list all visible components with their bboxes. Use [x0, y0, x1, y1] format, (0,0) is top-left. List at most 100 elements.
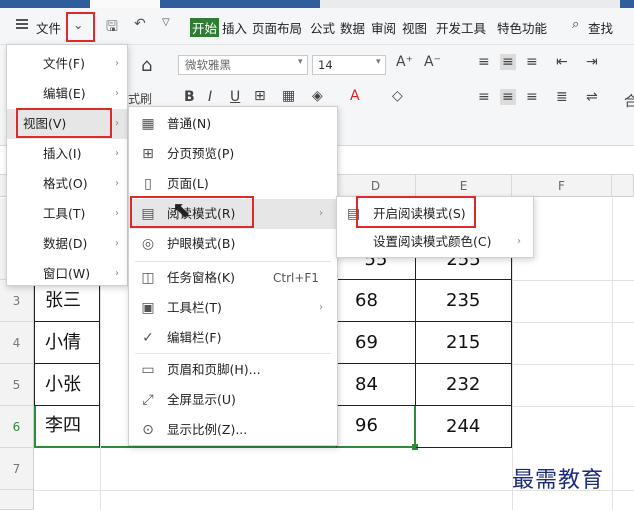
- menu-item-toolbar[interactable]: ▣ 工具栏(T) ›: [129, 293, 339, 323]
- tab-strip[interactable]: [320, 0, 620, 8]
- cell-name[interactable]: 小倩: [34, 322, 100, 364]
- chevron-right-icon: ›: [115, 178, 119, 189]
- font-color-icon[interactable]: A: [350, 88, 360, 104]
- font-size-dropdown-icon[interactable]: ▾: [376, 57, 381, 67]
- title-bar: [0, 0, 634, 8]
- undo-icon[interactable]: ↶: [134, 16, 146, 32]
- tab-formulas[interactable]: 公式: [310, 18, 335, 37]
- menu-item-eye-protection[interactable]: ◎ 护眼模式(B): [129, 229, 339, 259]
- font-name-dropdown-icon[interactable]: ▾: [298, 57, 303, 67]
- align-top-icon[interactable]: ≡: [478, 54, 490, 70]
- fill-color-icon[interactable]: ◈: [312, 88, 323, 104]
- hamburger-icon[interactable]: [16, 19, 28, 29]
- search-icon[interactable]: ⌕: [572, 17, 579, 32]
- gridline: [512, 406, 634, 407]
- menu-item-formula-bar[interactable]: ✓ 编辑栏(F): [129, 323, 339, 353]
- cell-e[interactable]: 232: [416, 364, 512, 406]
- table-style-icon[interactable]: ▦: [282, 88, 295, 104]
- selection-border: [100, 446, 336, 448]
- cell-d[interactable]: 69: [336, 322, 416, 364]
- menu-item-header-footer[interactable]: ▭ 页眉和页脚(H)...: [129, 355, 339, 385]
- tab-developer[interactable]: 开发工具: [436, 18, 486, 37]
- menu-item-edit[interactable]: 编辑(E) ›: [7, 79, 127, 109]
- menu-item-page-layout[interactable]: ▯ 页面(L): [129, 169, 339, 199]
- chevron-down-icon[interactable]: ⌄: [73, 17, 83, 32]
- tab-special-features[interactable]: 特色功能: [497, 18, 547, 37]
- tab-insert[interactable]: 插入: [222, 18, 247, 37]
- menu-item-full-screen[interactable]: ⤢ 全屏显示(U): [129, 385, 339, 415]
- cell-e[interactable]: 244: [416, 406, 512, 448]
- view-submenu: ▦ 普通(N) ⊞ 分页预览(P) ▯ 页面(L) ▤ 阅读模式(R) › ◎ 护眼模式(B…: [128, 106, 339, 446]
- column-header-f[interactable]: F: [512, 175, 612, 197]
- row-header[interactable]: [0, 490, 34, 510]
- column-header-g[interactable]: [612, 175, 634, 197]
- eye-icon: ◎: [141, 236, 155, 252]
- cell-e[interactable]: 235: [416, 280, 512, 322]
- font-name-select[interactable]: 微软雅黑: [178, 55, 308, 75]
- menu-separator: [135, 261, 331, 262]
- italic-icon[interactable]: I: [208, 89, 212, 105]
- menu-item-window[interactable]: 窗口(W) ›: [7, 259, 127, 289]
- underline-icon[interactable]: U: [230, 89, 240, 105]
- row-header[interactable]: 7: [0, 448, 34, 490]
- quick-access-dropdown-icon[interactable]: ▽: [162, 17, 170, 28]
- column-header-d[interactable]: D: [336, 175, 416, 197]
- row-header[interactable]: 5: [0, 364, 34, 406]
- gridline: [612, 198, 613, 510]
- menu-item-reading-mode-color[interactable]: 设置阅读模式颜色(C) ›: [337, 227, 533, 257]
- task-pane-icon: ◫: [141, 270, 155, 286]
- align-bottom-icon[interactable]: ≡: [526, 54, 538, 70]
- align-left-icon[interactable]: ≡: [478, 89, 490, 105]
- column-header-e[interactable]: E: [416, 175, 512, 197]
- cell-e[interactable]: 215: [416, 322, 512, 364]
- indent-decrease-icon[interactable]: ⇤: [556, 54, 568, 70]
- align-center-icon[interactable]: ≡: [500, 89, 516, 105]
- merge-cells-icon[interactable]: 合: [624, 91, 634, 111]
- paste-icon[interactable]: ⌂: [141, 55, 152, 76]
- format-painter-label[interactable]: 式刷: [128, 90, 152, 107]
- menu-item-file[interactable]: 文件(F) ›: [7, 49, 127, 79]
- menu-item-task-pane[interactable]: ◫ 任务窗格(K) Ctrl+F1: [129, 263, 339, 293]
- file-dropdown-menu: 文件(F) › 编辑(E) › 视图(V) › 插入(I) › 格式(O) › 工具(T)…: [6, 44, 128, 286]
- row-header[interactable]: 6: [0, 406, 34, 448]
- chevron-right-icon: ›: [115, 208, 119, 219]
- file-menu-button[interactable]: 文件: [36, 18, 61, 37]
- highlight-enable-reading-mode: [356, 196, 476, 228]
- decrease-font-icon[interactable]: A⁻: [424, 54, 441, 70]
- row-header[interactable]: 4: [0, 322, 34, 364]
- cell-d[interactable]: 68: [336, 280, 416, 322]
- tab-view[interactable]: 视图: [402, 18, 427, 37]
- tab-page-layout[interactable]: 页面布局: [252, 18, 302, 37]
- menu-item-tools[interactable]: 工具(T) ›: [7, 199, 127, 229]
- menu-item-insert[interactable]: 插入(I) ›: [7, 139, 127, 169]
- chevron-right-icon: ›: [115, 268, 119, 279]
- tab-review[interactable]: 审阅: [371, 18, 396, 37]
- indent-increase-icon[interactable]: ⇥: [586, 54, 598, 70]
- border-icon[interactable]: ⊞: [254, 88, 266, 104]
- menu-item-data[interactable]: 数据(D) ›: [7, 229, 127, 259]
- chevron-right-icon: ›: [517, 236, 521, 247]
- cell-d[interactable]: 84: [336, 364, 416, 406]
- menu-item-page-break-preview[interactable]: ⊞ 分页预览(P): [129, 139, 339, 169]
- cell-name-selected[interactable]: 李四: [34, 406, 100, 448]
- font-size-select[interactable]: 14: [312, 55, 386, 75]
- chevron-right-icon: ›: [319, 208, 323, 219]
- save-icon[interactable]: 🖫: [106, 16, 118, 40]
- align-middle-icon[interactable]: ≡: [500, 54, 516, 70]
- increase-font-icon[interactable]: A⁺: [396, 54, 413, 70]
- cell-name[interactable]: 小张: [34, 364, 100, 406]
- menu-item-zoom[interactable]: ⊙ 显示比例(Z)...: [129, 415, 339, 445]
- tab-start[interactable]: 开始: [190, 18, 220, 37]
- menu-item-format[interactable]: 格式(O) ›: [7, 169, 127, 199]
- bold-icon[interactable]: B: [184, 89, 195, 105]
- header-footer-icon: ▭: [141, 362, 155, 378]
- wrap-text-icon[interactable]: ⇌: [586, 89, 598, 105]
- search-label[interactable]: 查找: [588, 18, 613, 37]
- tab-data[interactable]: 数据: [340, 18, 365, 37]
- tab-strip-active[interactable]: [90, 0, 160, 8]
- clear-format-icon[interactable]: ◇: [392, 88, 403, 104]
- cell-d-selected[interactable]: 96: [336, 406, 416, 448]
- align-right-icon[interactable]: ≡: [526, 89, 538, 105]
- menu-item-normal[interactable]: ▦ 普通(N): [129, 109, 339, 139]
- justify-icon[interactable]: ≣: [556, 89, 568, 105]
